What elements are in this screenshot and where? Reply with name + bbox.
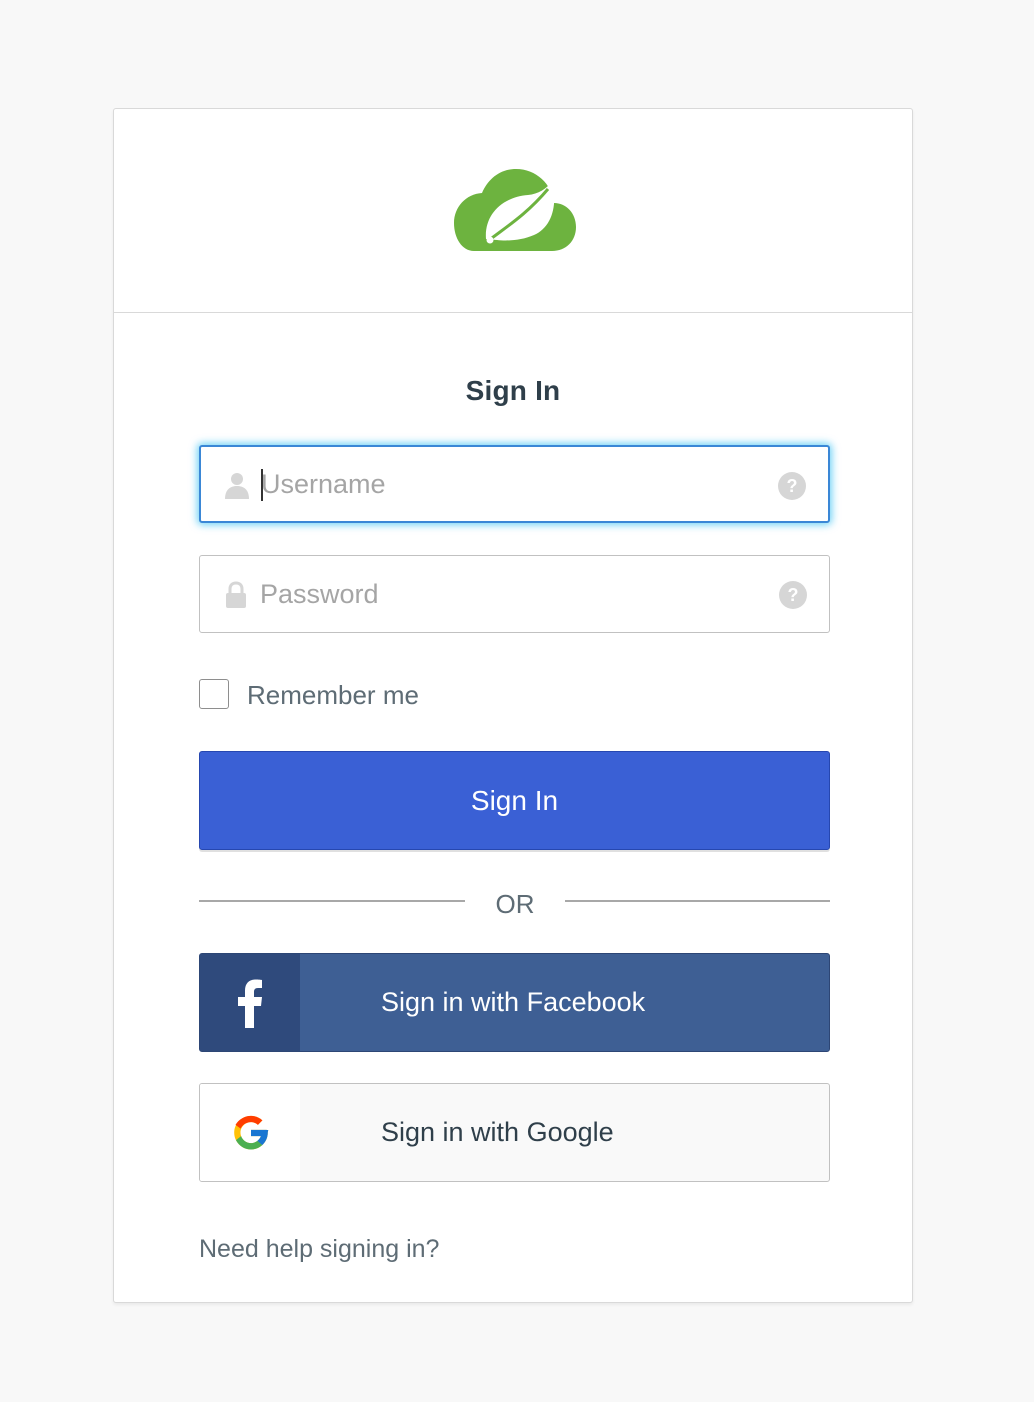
- password-field[interactable]: ?: [199, 555, 830, 633]
- divider-line: [199, 900, 465, 902]
- need-help-link[interactable]: Need help signing in?: [199, 1235, 439, 1264]
- username-input[interactable]: [261, 447, 761, 521]
- remember-me[interactable]: Remember me: [199, 679, 599, 711]
- remember-me-label[interactable]: Remember me: [247, 680, 419, 711]
- page-title: Sign In: [465, 375, 561, 406]
- spring-cloud-leaf-icon: [454, 169, 576, 251]
- question-icon[interactable]: ?: [778, 472, 806, 500]
- sign-in-card: Sign In ? ? Remember me Sign In OR: [113, 108, 913, 1303]
- facebook-sign-in-button[interactable]: Sign in with Facebook: [199, 953, 830, 1052]
- facebook-icon-box: [200, 954, 300, 1051]
- username-field[interactable]: ?: [199, 445, 830, 523]
- divider-text: OR: [495, 889, 535, 919]
- facebook-icon: [238, 979, 262, 1028]
- question-icon[interactable]: ?: [779, 581, 807, 609]
- user-icon: [225, 473, 249, 499]
- divider-line: [565, 900, 830, 902]
- google-sign-in-button[interactable]: Sign in with Google: [199, 1083, 830, 1182]
- remember-me-checkbox[interactable]: [199, 679, 229, 709]
- facebook-sign-in-label: Sign in with Facebook: [381, 987, 646, 1017]
- google-icon-box: [200, 1084, 300, 1181]
- password-input[interactable]: [260, 556, 760, 632]
- google-sign-in-label: Sign in with Google: [381, 1117, 614, 1147]
- sign-in-button[interactable]: Sign In: [199, 751, 830, 850]
- or-divider: OR: [199, 889, 830, 929]
- google-icon: [234, 1115, 269, 1150]
- card-header: [114, 109, 912, 313]
- lock-icon: [226, 581, 246, 608]
